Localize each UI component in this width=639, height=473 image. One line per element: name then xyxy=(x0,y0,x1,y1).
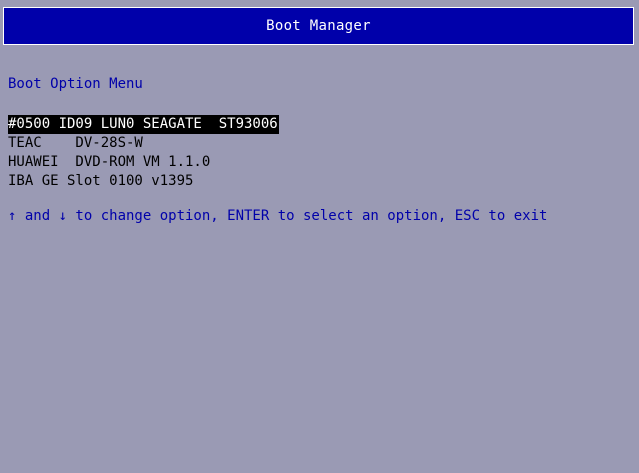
boot-option-seagate[interactable]: #0500 ID09 LUN0 SEAGATE ST93006 xyxy=(8,115,279,134)
boot-option-huawei[interactable]: HUAWEI DVD-ROM VM 1.1.0 xyxy=(8,153,279,172)
page-title: Boot Manager xyxy=(266,18,371,34)
help-text: ↑ and ↓ to change option, ENTER to selec… xyxy=(8,208,548,224)
boot-option-teac[interactable]: TEAC DV-28S-W xyxy=(8,134,279,153)
boot-option-list: #0500 ID09 LUN0 SEAGATE ST93006 TEAC DV-… xyxy=(8,113,279,191)
menu-heading: Boot Option Menu xyxy=(8,76,143,92)
boot-option-iba[interactable]: IBA GE Slot 0100 v1395 xyxy=(8,172,279,191)
title-bar-box: Boot Manager xyxy=(3,7,634,45)
title-bar: Boot Manager xyxy=(0,0,639,54)
